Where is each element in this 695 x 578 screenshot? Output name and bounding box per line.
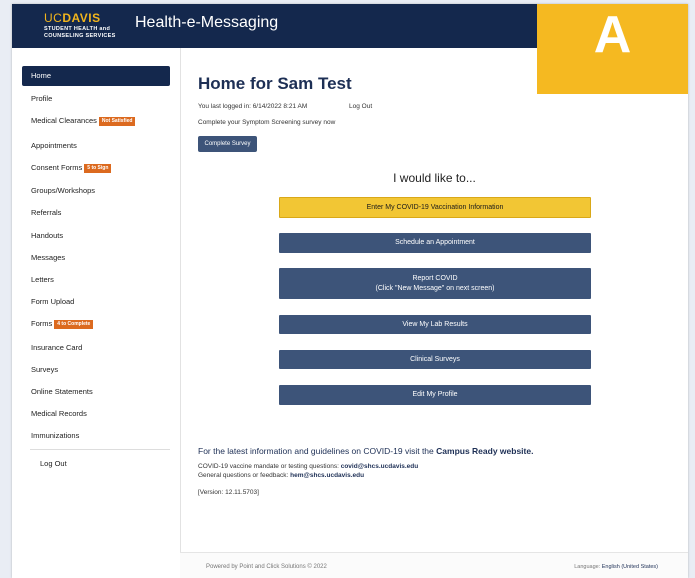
sidebar-item-label: Immunizations [31,431,80,440]
button-label: Edit My Profile [412,391,458,398]
version-text: [Version: 12.11.5703] [198,489,259,496]
button-label: Clinical Surveys [410,355,460,363]
button-label: Report COVID [412,274,458,282]
sidebar-item-label: Insurance Card [31,343,83,352]
button-label: View My Lab Results [402,320,468,328]
sidebar-item-label: Messages [31,253,66,262]
logo-line-1: STUDENT HEALTH and [44,26,111,32]
sidebar-item-label: Medical Clearances [31,116,97,125]
sidebar-item-label: Consent Forms [31,163,83,172]
sidebar-item-messages[interactable]: Messages [22,248,170,268]
sidebar-item-appointments[interactable]: Appointments [22,136,170,156]
sidebar-item-label: Profile [31,94,53,103]
mandate-label: COVID-19 vaccine mandate or testing ques… [198,463,339,470]
sidebar-divider [30,449,170,450]
language-selector[interactable]: Language: English (United States) [574,564,658,570]
button-label: Enter My COVID-19 Vaccination Informatio… [366,203,504,211]
powered-by-text: Powered by Point and Click Solutions © 2… [206,564,327,570]
sidebar-item-label: Referrals [31,208,62,217]
logo-line-2: COUNSELING SERVICES [44,32,116,39]
survey-message: Complete your Symptom Screening survey n… [198,119,336,126]
mandate-contact: COVID-19 vaccine mandate or testing ques… [198,463,418,470]
sidebar-item-groups-workshops[interactable]: Groups/Workshops [22,181,170,201]
sidebar-item-referrals[interactable]: Referrals [22,203,170,223]
edit-profile-button[interactable]: Edit My Profile [279,385,591,405]
report-covid-button[interactable]: Report COVID (Click "New Message" on nex… [279,268,591,299]
sidebar-item-letters[interactable]: Letters [22,270,170,290]
sidebar-item-label: Groups/Workshops [31,186,96,195]
app-window: UCDAVIS STUDENT HEALTH and COUNSELING SE… [12,4,688,578]
sidebar-item-handouts[interactable]: Handouts [22,226,170,246]
status-badge: Not Satisfied [98,116,136,126]
sidebar-item-online-statements[interactable]: Online Statements [22,382,170,402]
last-login-text: You last logged in: 6/14/2022 8:21 AM [198,103,308,110]
sidebar-item-label: Handouts [31,231,64,240]
covid-info-text: For the latest information and guideline… [198,446,533,456]
sidebar-item-label: Letters [31,275,54,284]
mandate-email-link[interactable]: covid@shcs.ucdavis.edu [341,463,419,470]
sidebar-logout-link[interactable]: Log Out [40,459,67,468]
sidebar-item-medical-clearances[interactable]: Medical Clearances Not Satisfied [22,111,170,131]
sidebar-item-profile[interactable]: Profile [22,89,170,109]
covid-vaccination-button[interactable]: Enter My COVID-19 Vaccination Informatio… [279,197,591,218]
sidebar-item-label: Home [31,71,52,80]
sidebar-item-consent-forms[interactable]: Consent Forms 5 to Sign [22,158,170,178]
sidebar-item-forms[interactable]: Forms 4 to Complete [22,314,170,334]
button-label: Schedule an Appointment [395,239,475,246]
sidebar-item-label: Appointments [31,141,77,150]
sidebar-item-label: Surveys [31,365,59,374]
sidebar-item-home[interactable]: Home [22,66,170,86]
corner-letter-badge: A [537,4,688,94]
sidebar-nav: Home Profile Medical Clearances Not Satis… [12,48,181,578]
language-value: English (United States) [601,564,658,570]
complete-survey-button[interactable]: Complete Survey [198,136,257,152]
view-lab-results-button[interactable]: View My Lab Results [279,315,591,334]
would-like-heading: I would like to... [393,171,476,185]
logo-uc-text: UC [44,11,63,25]
covid-info-sentence: For the latest information and guideline… [198,446,434,456]
status-badge: 5 to Sign [84,163,112,173]
general-contact: General questions or feedback: hem@shcs.… [198,472,364,479]
button-sublabel: (Click "New Message" on next screen) [375,284,495,292]
sidebar-item-immunizations[interactable]: Immunizations [22,426,170,446]
sidebar-item-insurance-card[interactable]: Insurance Card [22,338,170,358]
language-label: Language: [574,564,601,570]
sidebar-item-label: Online Statements [31,387,93,396]
logout-link[interactable]: Log Out [349,103,372,110]
sidebar-item-label: Medical Records [31,409,87,418]
sidebar-item-medical-records[interactable]: Medical Records [22,404,170,424]
sidebar-item-form-upload[interactable]: Form Upload [22,292,170,312]
general-email-link[interactable]: hem@shcs.ucdavis.edu [290,472,364,479]
general-label: General questions or feedback: [198,472,289,479]
logo-davis-text: DAVIS [62,11,101,25]
ucdavis-logo[interactable]: UCDAVIS STUDENT HEALTH and COUNSELING SE… [44,12,124,39]
sidebar-item-label: Forms [31,319,53,328]
page-title: Home for Sam Test [198,74,352,93]
sidebar-item-label: Form Upload [31,297,75,306]
campus-ready-link[interactable]: Campus Ready website. [436,446,533,456]
page-footer: Powered by Point and Click Solutions © 2… [180,552,688,578]
clinical-surveys-button[interactable]: Clinical Surveys [279,350,591,369]
schedule-appointment-button[interactable]: Schedule an Appointment [279,233,591,253]
sidebar-item-surveys[interactable]: Surveys [22,360,170,380]
status-badge: 4 to Complete [54,319,94,329]
app-title: Health-e-Messaging [135,14,279,31]
